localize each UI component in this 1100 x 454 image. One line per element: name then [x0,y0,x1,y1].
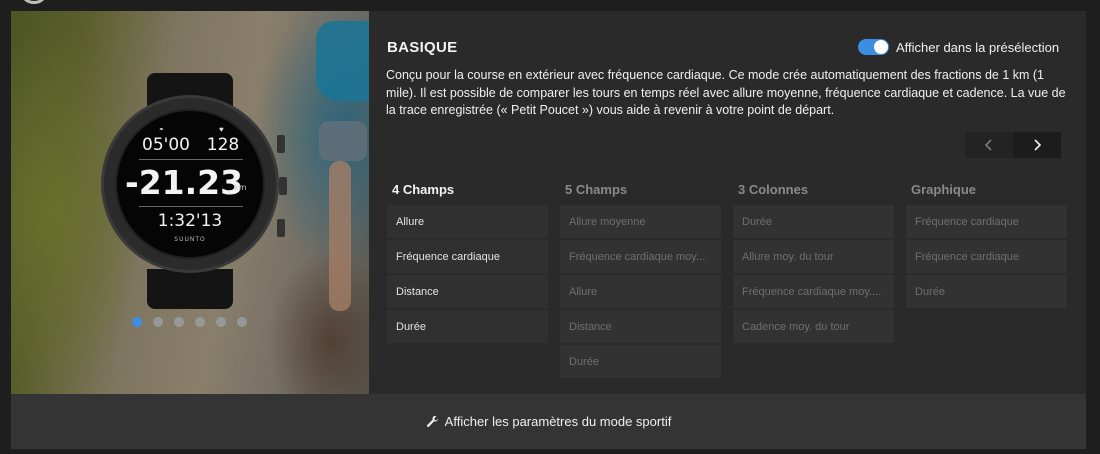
display-column-graph[interactable]: Graphique Fréquence cardiaque Fréquence ca… [906,175,1067,308]
watch-pace: 05'00 [142,135,190,155]
heart-icon: ♥ [219,125,224,134]
field-row: Durée [387,310,548,343]
preselection-toggle-label: Afficher dans la présélection [896,39,1060,55]
display-column-3-columns[interactable]: 3 Colonnes Durée Allure moy. du tour Fréque… [733,175,894,343]
display-column-5-fields[interactable]: 5 Champs Allure moyenne Fréquence cardiaqu… [560,175,721,378]
next-button[interactable] [1013,132,1061,158]
carousel-dot[interactable] [132,317,142,327]
field-row: Fréquence cardiaque moy... [560,240,721,273]
carousel-dot[interactable] [195,317,205,327]
watch-brand: SUUNTO [174,236,206,243]
decorative-arc [22,0,46,4]
previous-button[interactable] [965,132,1013,158]
column-title: 5 Champs [565,181,628,197]
watch-main-value: -21.23 [125,163,244,202]
watch-button-lower [277,219,285,237]
pace-icon: ◓ [159,125,164,134]
field-row: Fréquence cardiaque [387,240,548,273]
field-row: Fréquence cardiaque moy.... [733,275,894,308]
chevron-right-icon [1034,139,1042,151]
watch-preview: ◓ ♥ 05'00 128 -21.23 km 1:32'13 SUUNTO [97,73,287,309]
show-sport-mode-settings-button[interactable]: Afficher les paramètres du mode sportif [11,394,1086,449]
field-row: Allure [560,275,721,308]
watch-button-middle [279,177,287,195]
field-row: Cadence moy. du tour [733,310,894,343]
watch-button-upper [277,135,285,153]
carousel-dot[interactable] [153,317,163,327]
carousel-dot[interactable] [216,317,226,327]
field-row: Durée [560,345,721,378]
field-row: Fréquence cardiaque [906,240,1067,273]
column-title: Graphique [911,181,977,197]
field-row: Allure moyenne [560,205,721,238]
mode-title: BASIQUE [387,39,458,56]
carousel-dot[interactable] [237,317,247,327]
column-title: 4 Champs [392,181,455,197]
field-row: Durée [906,275,1067,308]
sport-mode-image: ◓ ♥ 05'00 128 -21.23 km 1:32'13 SUUNTO [11,11,369,394]
column-title: 3 Colonnes [738,181,809,197]
display-pager [965,132,1061,158]
watch-heart-rate: 128 [206,135,240,155]
footer-label: Afficher les paramètres du mode sportif [444,414,672,429]
field-row: Allure moy. du tour [733,240,894,273]
watch-time: 1:32'13 [157,211,223,231]
watch-unit: km [234,183,247,192]
preselection-toggle-row: Afficher dans la présélection [858,39,1059,55]
preselection-toggle[interactable] [858,39,889,55]
display-column-4-fields[interactable]: 4 Champs Allure Fréquence cardiaque Distanc… [387,175,548,343]
mode-description: Conçu pour la course en extérieur avec f… [386,68,1066,117]
field-row: Allure [387,205,548,238]
field-row: Distance [560,310,721,343]
wrench-icon [426,415,438,427]
carousel-dots [132,317,247,327]
field-row: Distance [387,275,548,308]
field-row: Fréquence cardiaque [906,205,1067,238]
sport-mode-card: ◓ ♥ 05'00 128 -21.23 km 1:32'13 SUUNTO B… [11,11,1086,449]
field-row: Durée [733,205,894,238]
carousel-dot[interactable] [174,317,184,327]
chevron-left-icon [984,139,992,151]
